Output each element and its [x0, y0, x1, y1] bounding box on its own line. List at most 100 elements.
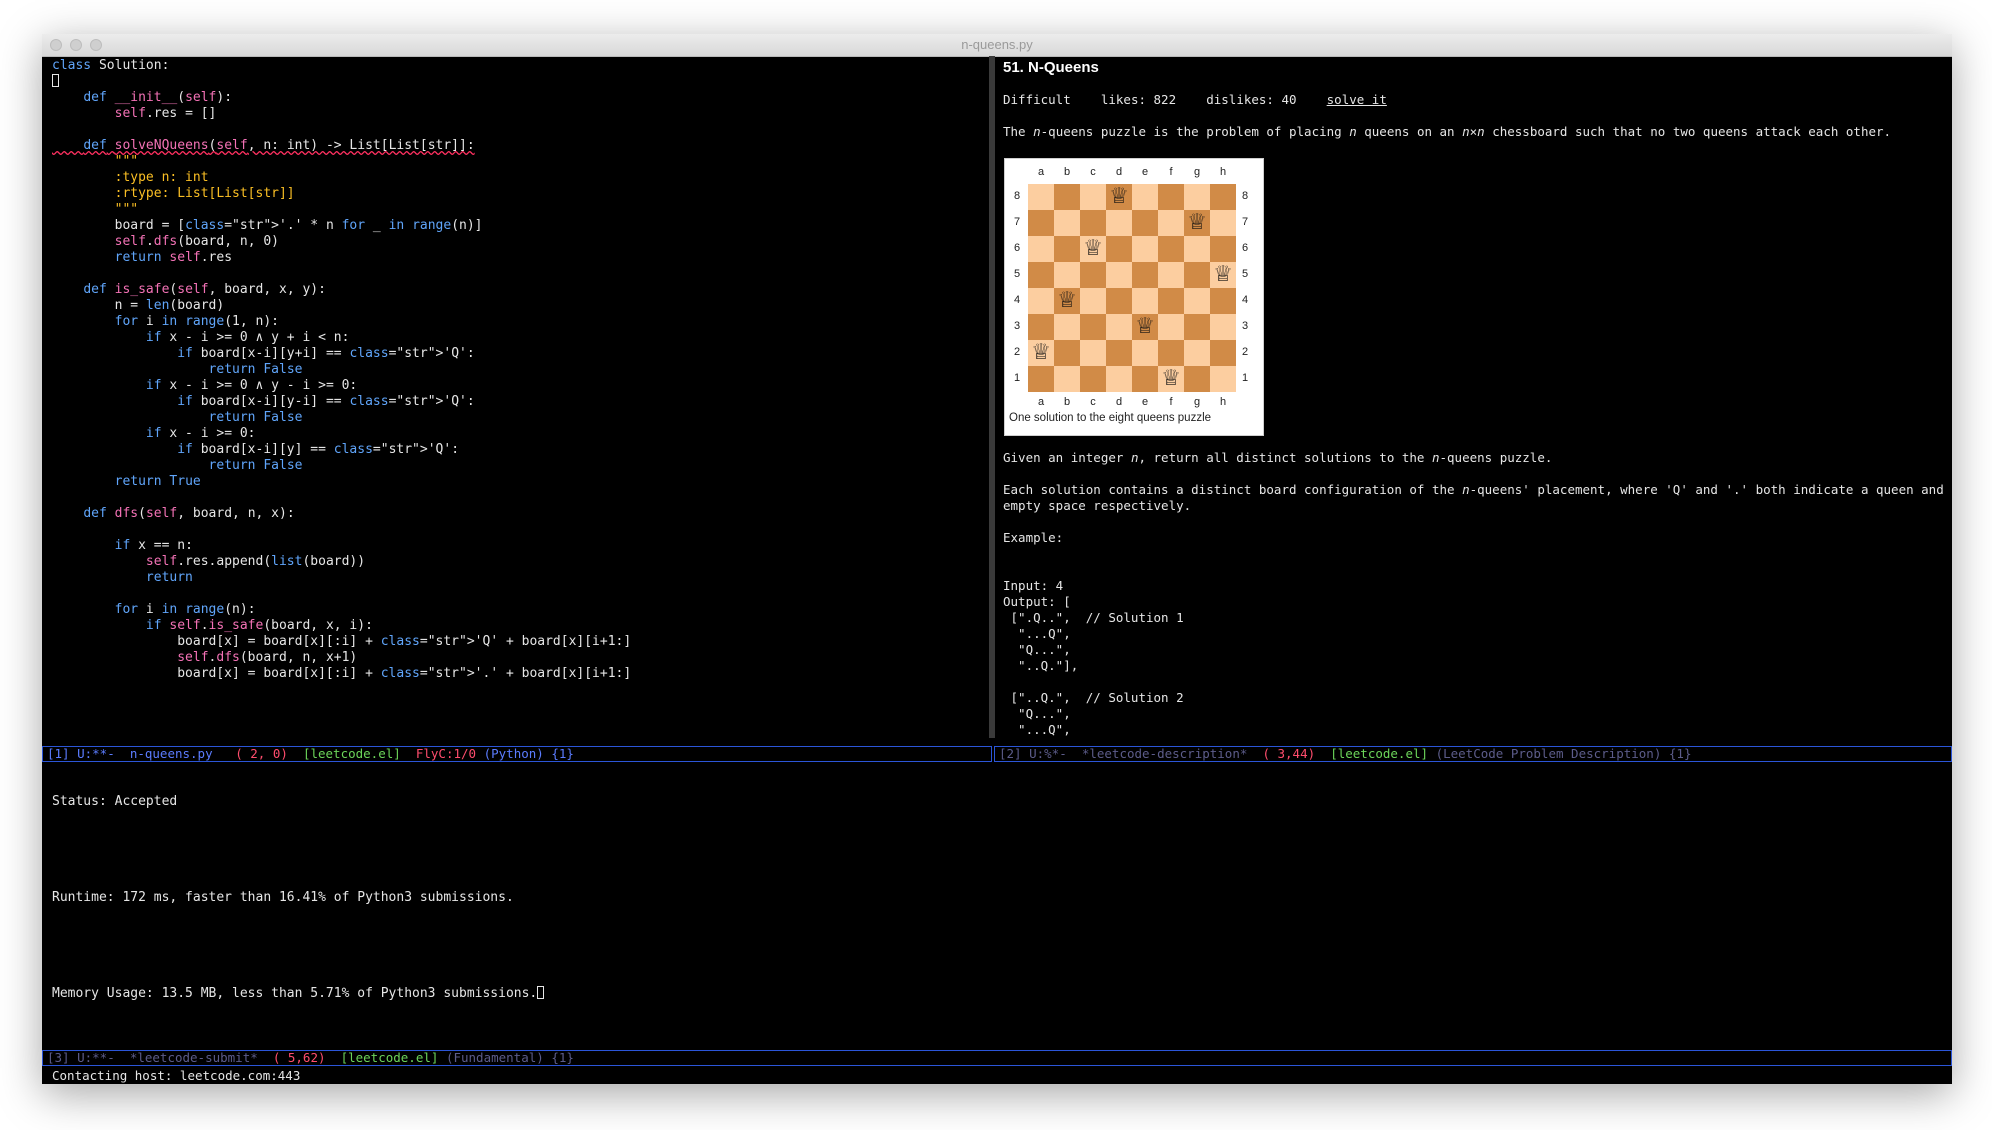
board-square — [1184, 314, 1210, 340]
example-line — [1003, 674, 1184, 690]
code-line[interactable]: return self.res — [52, 250, 631, 266]
code-line[interactable]: if x == n: — [52, 538, 631, 554]
rank-label: 8 — [1242, 190, 1249, 202]
board-square — [1028, 262, 1054, 288]
rank-label: 2 — [1014, 346, 1021, 358]
code-line[interactable]: class Solution: — [52, 58, 631, 74]
board-square — [1158, 184, 1184, 210]
code-line[interactable]: if board[x-i][y+i] == class="str">'Q': — [52, 346, 631, 362]
submit-result-pane[interactable]: Status: Accepted Runtime: 172 ms, faster… — [52, 762, 1942, 1062]
code-line[interactable]: if board[x-i][y-i] == class="str">'Q': — [52, 394, 631, 410]
example-block: Input: 4 Output: [ [".Q..", // Solution 1… — [1003, 578, 1184, 738]
board-square — [1132, 366, 1158, 392]
code-line[interactable]: return — [52, 570, 631, 586]
code-line[interactable]: self.dfs(board, n, x+1) — [52, 650, 631, 666]
text-fragment: Given an integer — [1003, 450, 1131, 465]
rank-label: 7 — [1242, 216, 1249, 228]
text-fragment: -queens' placement, where 'Q' and '.' bo… — [1469, 482, 1943, 497]
code-line[interactable]: self.res.append(list(board)) — [52, 554, 631, 570]
code-line[interactable] — [52, 122, 631, 138]
modeline-editor[interactable]: [1] U:**- n-queens.py ( 2, 0) [leetcode.… — [42, 746, 992, 762]
code-line[interactable]: """ — [52, 202, 631, 218]
code-line[interactable]: """ — [52, 154, 631, 170]
code-line[interactable] — [52, 266, 631, 282]
queen-icon: ♕ — [1057, 288, 1077, 313]
text-fragment: , return all distinct solutions to the — [1138, 450, 1432, 465]
file-label: h — [1219, 166, 1227, 178]
board-square — [1028, 210, 1054, 236]
board-square — [1028, 236, 1054, 262]
code-line[interactable]: return False — [52, 410, 631, 426]
board-square — [1028, 288, 1054, 314]
rank-label: 2 — [1242, 346, 1249, 358]
code-line[interactable]: return False — [52, 458, 631, 474]
board-square — [1158, 210, 1184, 236]
code-line[interactable]: board[x] = board[x][:i] + class="str">'Q… — [52, 634, 631, 650]
code-line[interactable]: if x - i >= 0: — [52, 426, 631, 442]
code-line[interactable]: if x - i >= 0 ∧ y + i < n: — [52, 330, 631, 346]
file-label: a — [1037, 166, 1045, 178]
file-label: b — [1063, 166, 1071, 178]
modeline-description[interactable]: [2] U:%*- *leetcode-description* ( 3,44)… — [994, 746, 1952, 762]
board-square — [1054, 210, 1080, 236]
board-square — [1132, 288, 1158, 314]
board-square — [1028, 314, 1054, 340]
example-line: [".Q..", // Solution 1 — [1003, 610, 1184, 625]
code-line[interactable]: def solveNQueens(self, n: int) -> List[L… — [52, 138, 631, 154]
code-line[interactable]: def __init__(self): — [52, 90, 631, 106]
rank-label: 4 — [1014, 294, 1021, 306]
code-line[interactable]: board = [class="str">'.' * n for _ in ra… — [52, 218, 631, 234]
board-square — [1054, 236, 1080, 262]
board-square — [1028, 366, 1054, 392]
modeline-submit[interactable]: [3] U:**- *leetcode-submit* ( 5,62) [lee… — [42, 1050, 1952, 1066]
board-square — [1080, 210, 1106, 236]
code-line[interactable]: for i in range(n): — [52, 602, 631, 618]
code-line[interactable]: self.res = [] — [52, 106, 631, 122]
code-line[interactable]: :rtype: List[List[str]] — [52, 186, 631, 202]
code-line[interactable]: :type n: int — [52, 170, 631, 186]
board-square — [1184, 340, 1210, 366]
board-square — [1158, 288, 1184, 314]
code-line[interactable]: for i in range(1, n): — [52, 314, 631, 330]
code-line[interactable]: def is_safe(self, board, x, y): — [52, 282, 631, 298]
text-fragment: queens on an — [1356, 124, 1463, 139]
code-line[interactable]: if x - i >= 0 ∧ y - i >= 0: — [52, 378, 631, 394]
code-line[interactable]: def dfs(self, board, n, x): — [52, 506, 631, 522]
text-fragment: n — [1462, 482, 1470, 497]
board-square — [1080, 340, 1106, 366]
rank-label: 1 — [1242, 372, 1249, 384]
file-label: d — [1115, 166, 1123, 178]
queen-icon: ♕ — [1187, 210, 1207, 235]
board-square — [1106, 314, 1132, 340]
board-square — [1080, 262, 1106, 288]
solve-it-link[interactable]: solve it — [1327, 92, 1387, 107]
code-buffer[interactable]: class Solution: def __init__(self): self… — [52, 58, 631, 682]
file-label: g — [1193, 166, 1201, 178]
file-label: a — [1037, 396, 1045, 408]
code-line[interactable]: board[x] = board[x][:i] + class="str">'.… — [52, 666, 631, 682]
board-square — [1210, 210, 1236, 236]
board-square — [1080, 314, 1106, 340]
editor-pane[interactable]: class Solution: def __init__(self): self… — [52, 56, 982, 738]
rank-label: 8 — [1014, 190, 1021, 202]
text-cursor — [537, 986, 545, 999]
code-line[interactable]: if self.is_safe(board, x, i): — [52, 618, 631, 634]
code-line[interactable] — [52, 586, 631, 602]
board-square — [1132, 262, 1158, 288]
vertical-window-divider[interactable] — [989, 56, 995, 738]
code-line[interactable]: self.dfs(board, n, 0) — [52, 234, 631, 250]
chessboard: ♕ ♕ ♕ ♕ ♕ ♕ ♕ ♕ a a b b c c d d e e f f g g h h 8 8 7 7 6 6 5 5 4 4 3 3 2 2 1 1 — [1014, 166, 1248, 408]
code-line[interactable]: return True — [52, 474, 631, 490]
code-line[interactable] — [52, 74, 631, 90]
code-line[interactable] — [52, 522, 631, 538]
code-line[interactable] — [52, 490, 631, 506]
board-square — [1158, 314, 1184, 340]
code-line[interactable]: n = len(board) — [52, 298, 631, 314]
file-label: b — [1063, 396, 1071, 408]
code-line[interactable]: if board[x-i][y] == class="str">'Q': — [52, 442, 631, 458]
board-square — [1184, 366, 1210, 392]
editor-cursor — [52, 74, 59, 87]
board-square — [1106, 340, 1132, 366]
code-line[interactable]: return False — [52, 362, 631, 378]
board-square — [1158, 262, 1184, 288]
